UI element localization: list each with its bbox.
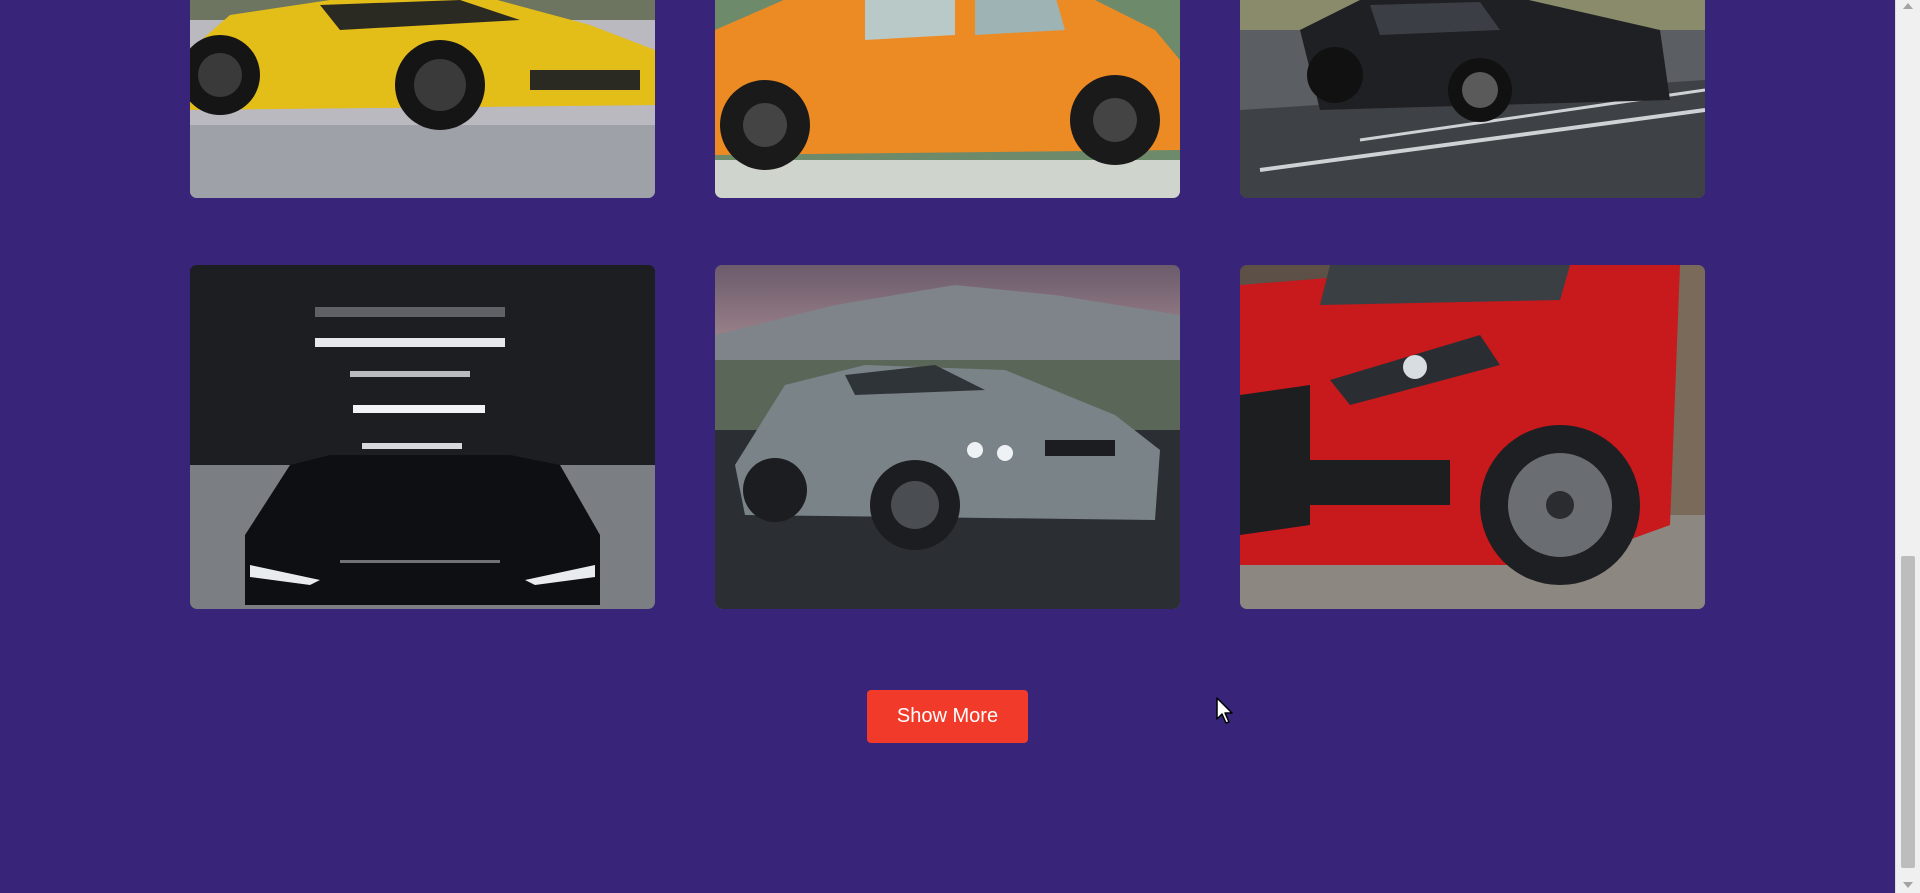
- black-muscle-car-image: [1240, 0, 1705, 198]
- scroll-up-arrow-icon[interactable]: [1903, 3, 1913, 9]
- grey-coupe-image: [715, 265, 1180, 609]
- scrollbar-thumb[interactable]: [1901, 556, 1915, 868]
- yellow-sports-car-image: [190, 0, 655, 198]
- red-hatchback-photo[interactable]: [1240, 265, 1705, 609]
- page: Show More: [0, 0, 1920, 893]
- orange-beetle-image: [715, 0, 1180, 198]
- vertical-scrollbar[interactable]: [1895, 0, 1920, 893]
- show-more-button[interactable]: Show More: [867, 690, 1028, 743]
- grey-coupe-photo[interactable]: [715, 265, 1180, 609]
- dark-sedan-image: [190, 265, 655, 609]
- black-muscle-car-photo[interactable]: [1240, 0, 1705, 198]
- orange-beetle-photo[interactable]: [715, 0, 1180, 198]
- car-gallery: Show More: [0, 0, 1895, 893]
- scroll-down-arrow-icon[interactable]: [1903, 882, 1913, 888]
- red-hatchback-image: [1240, 265, 1705, 609]
- yellow-sports-car-photo[interactable]: [190, 0, 655, 198]
- dark-sedan-garage-photo[interactable]: [190, 265, 655, 609]
